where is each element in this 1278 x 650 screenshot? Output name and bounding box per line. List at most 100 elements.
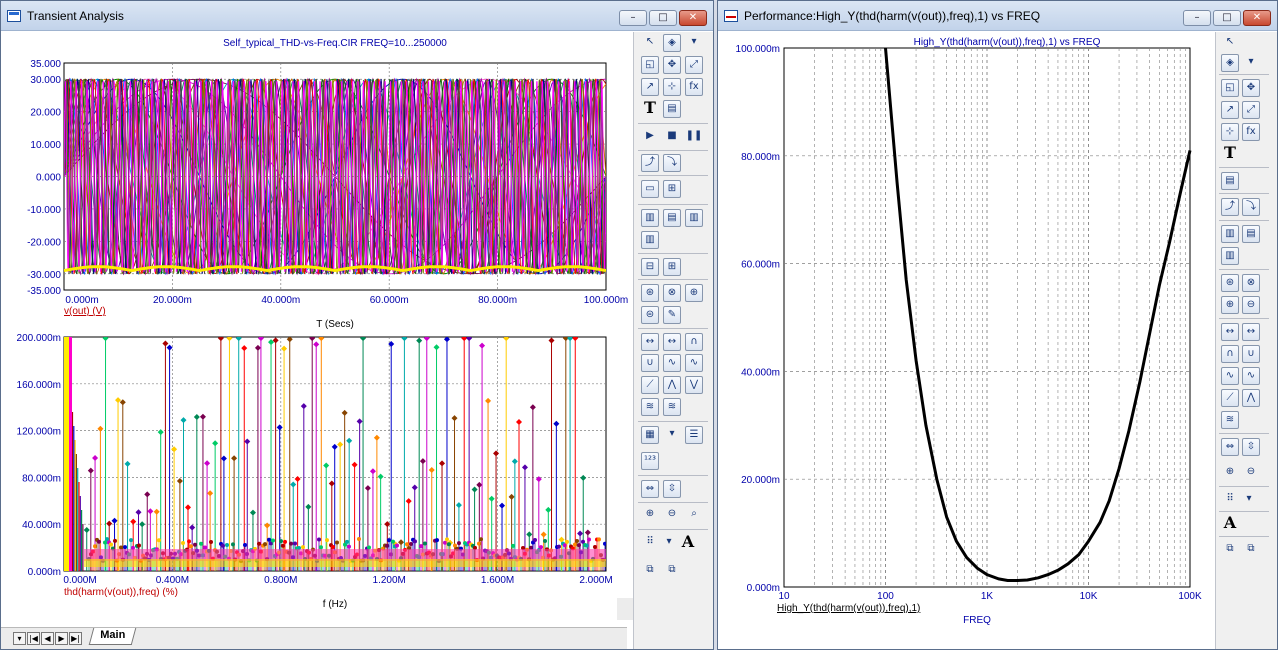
find-icon[interactable]: ⊕ bbox=[1221, 296, 1239, 314]
low-icon[interactable]: ∪ bbox=[1242, 345, 1260, 363]
next-valley-icon[interactable]: ↔ bbox=[1242, 323, 1260, 341]
tokens-icon[interactable]: ⊛ bbox=[641, 284, 659, 302]
fit-icon[interactable]: ⇳ bbox=[663, 480, 681, 498]
tokens-icon[interactable]: ⊛ bbox=[1221, 274, 1239, 292]
maximize-button[interactable]: □ bbox=[1213, 10, 1241, 26]
low-icon[interactable]: ∪ bbox=[641, 354, 659, 372]
first-tab-button[interactable]: |◀ bbox=[27, 632, 40, 645]
minimize-button[interactable]: – bbox=[1183, 10, 1211, 26]
zoom-in-icon[interactable]: ⊕ bbox=[641, 506, 659, 524]
wave-icon[interactable]: ≋ bbox=[1221, 411, 1239, 429]
layout-icon[interactable]: ⠿ bbox=[641, 534, 659, 552]
page-scale-icon[interactable]: ⇔ bbox=[641, 480, 659, 498]
transient-plot-area[interactable]: Self_typical_THD-vs-Freq.CIR FREQ=10...2… bbox=[1, 32, 633, 620]
top-icon[interactable]: ⋀ bbox=[663, 376, 681, 394]
wave-icon[interactable]: ≋ bbox=[641, 398, 659, 416]
trace-down-icon[interactable]: ⤵ bbox=[1242, 198, 1260, 216]
minor-grid-icon[interactable]: ▥ bbox=[1221, 247, 1239, 265]
function-icon[interactable]: fx bbox=[1242, 123, 1260, 141]
labels-icon[interactable]: ⊗ bbox=[663, 284, 681, 302]
trace-up-icon[interactable]: ⤴ bbox=[1221, 198, 1239, 216]
grid-vert-icon[interactable]: ▥ bbox=[1221, 225, 1239, 243]
high-icon[interactable]: ∩ bbox=[1221, 345, 1239, 363]
select-icon[interactable]: ◈ bbox=[663, 34, 681, 52]
pan-icon[interactable]: ✥ bbox=[663, 56, 681, 74]
next-valley-icon[interactable]: ↔ bbox=[663, 333, 681, 351]
dropdown-icon[interactable]: ▾ bbox=[685, 34, 703, 52]
prev-tab-button[interactable]: ◀ bbox=[41, 632, 54, 645]
grid-fine-icon[interactable]: ▥ bbox=[685, 209, 703, 227]
wave2-icon[interactable]: ≋ bbox=[663, 398, 681, 416]
find-icon[interactable]: ⊕ bbox=[685, 284, 703, 302]
search-icon[interactable]: ⊖ bbox=[1242, 296, 1260, 314]
zoom-region-icon[interactable]: ◱ bbox=[1221, 79, 1239, 97]
pointer-icon[interactable]: ↖ bbox=[641, 34, 659, 52]
pause-icon[interactable]: ❚❚ bbox=[685, 128, 703, 146]
inflection-icon[interactable]: ∿ bbox=[663, 354, 681, 372]
next-peak-icon[interactable]: ↔ bbox=[1221, 323, 1239, 341]
grid-horz-icon[interactable]: ▤ bbox=[1242, 225, 1260, 243]
global-high-icon[interactable]: ∿ bbox=[685, 354, 703, 372]
top-icon[interactable]: ⋀ bbox=[1242, 389, 1260, 407]
transient-analysis-window[interactable]: Transient Analysis – □ ✕ Self_typical_TH… bbox=[0, 0, 714, 650]
page-scale-icon[interactable]: ⇔ bbox=[1221, 438, 1239, 456]
scale-icon[interactable]: ↗ bbox=[641, 78, 659, 96]
font-icon[interactable]: A bbox=[679, 534, 697, 552]
bottom-icon[interactable]: ⋁ bbox=[685, 376, 703, 394]
last-tab-button[interactable]: ▶| bbox=[69, 632, 82, 645]
copy-dropdown-icon[interactable]: ▾ bbox=[663, 426, 681, 444]
zoom-region-icon[interactable]: ◱ bbox=[641, 56, 659, 74]
legend-icon[interactable]: ⊜ bbox=[641, 306, 659, 324]
pointer-icon[interactable]: ↖ bbox=[1221, 34, 1239, 52]
font-icon[interactable]: A bbox=[1221, 515, 1239, 533]
minimize-button[interactable]: – bbox=[619, 10, 647, 26]
high-icon[interactable]: ∩ bbox=[685, 333, 703, 351]
close-button[interactable]: ✕ bbox=[1243, 10, 1271, 26]
trace-down-icon[interactable]: ⤵ bbox=[663, 154, 681, 172]
layout-dropdown-icon[interactable]: ▾ bbox=[660, 534, 678, 552]
stop-icon[interactable]: ■ bbox=[663, 128, 681, 146]
slope-icon[interactable]: ⟋ bbox=[641, 376, 659, 394]
zoom-out-icon[interactable]: ⊖ bbox=[1242, 464, 1260, 482]
labels-icon[interactable]: ⊗ bbox=[1242, 274, 1260, 292]
performance-plot-area[interactable]: High_Y(thd(harm(v(out)),freq),1) vs FREQ… bbox=[718, 32, 1215, 649]
title-bar[interactable]: Performance:High_Y(thd(harm(v(out)),freq… bbox=[718, 1, 1277, 31]
unstack-icon[interactable]: ⧉ bbox=[663, 562, 681, 580]
function-icon[interactable]: fx bbox=[685, 78, 703, 96]
tracker-icon[interactable]: ⤢ bbox=[685, 56, 703, 74]
title-bar[interactable]: Transient Analysis – □ ✕ bbox=[1, 1, 713, 31]
zoom-in-icon[interactable]: ⊕ bbox=[1221, 464, 1239, 482]
inflection-icon[interactable]: ∿ bbox=[1221, 367, 1239, 385]
data-table-icon[interactable]: ☰ bbox=[685, 426, 703, 444]
text-icon[interactable]: T bbox=[1221, 145, 1239, 163]
next-peak-icon[interactable]: ↔ bbox=[641, 333, 659, 351]
tab-main[interactable]: Main bbox=[88, 628, 137, 645]
zoom-100-icon[interactable]: ⌕ bbox=[685, 506, 703, 524]
pan-icon[interactable]: ✥ bbox=[1242, 79, 1260, 97]
dropdown-icon[interactable]: ▾ bbox=[1242, 54, 1260, 72]
run-icon[interactable]: ▶ bbox=[641, 128, 659, 146]
next-tab-button[interactable]: ▶ bbox=[55, 632, 68, 645]
slope-icon[interactable]: ⟋ bbox=[1221, 389, 1239, 407]
numeric-output-icon[interactable]: ¹²³ bbox=[641, 452, 659, 470]
minor-grid-icon[interactable]: ▥ bbox=[641, 231, 659, 249]
cursor-icon[interactable]: ⊹ bbox=[1221, 123, 1239, 141]
tracker-icon[interactable]: ⤢ bbox=[1242, 101, 1260, 119]
close-button[interactable]: ✕ bbox=[679, 10, 707, 26]
crosshair-icon[interactable]: ⊞ bbox=[663, 258, 681, 276]
stack-icon[interactable]: ⧉ bbox=[1221, 541, 1239, 559]
cursor-icon[interactable]: ⊹ bbox=[663, 78, 681, 96]
text-icon[interactable]: T bbox=[641, 100, 659, 118]
hgrid-icon[interactable]: ⊟ bbox=[641, 258, 659, 276]
zoom-out-icon[interactable]: ⊖ bbox=[663, 506, 681, 524]
scale-icon[interactable]: ↗ bbox=[1221, 101, 1239, 119]
select-icon[interactable]: ◈ bbox=[1221, 54, 1239, 72]
grid-icon[interactable]: ⊞ bbox=[663, 180, 681, 198]
layout-icon[interactable]: ⠿ bbox=[1221, 491, 1239, 509]
frame-icon[interactable]: ▭ bbox=[641, 180, 659, 198]
unstack-icon[interactable]: ⧉ bbox=[1242, 541, 1260, 559]
grid-horz-icon[interactable]: ▤ bbox=[663, 209, 681, 227]
global-high-icon[interactable]: ∿ bbox=[1242, 367, 1260, 385]
trace-up-icon[interactable]: ⤴ bbox=[641, 154, 659, 172]
maximize-button[interactable]: □ bbox=[649, 10, 677, 26]
